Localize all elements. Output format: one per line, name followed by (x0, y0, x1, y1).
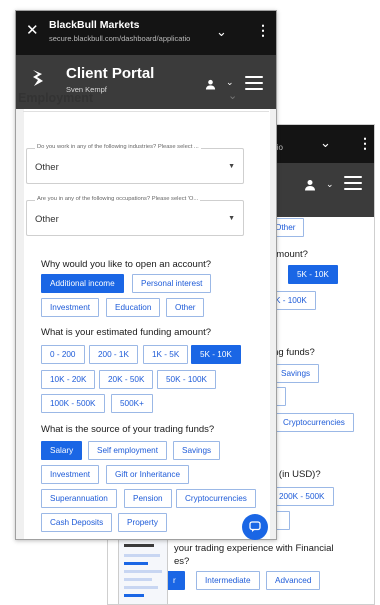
option-50k-100k[interactable]: 50K - 100K (157, 370, 216, 389)
browser-top-bar: ✕ BlackBull Markets secure.blackbull.com… (16, 11, 276, 55)
back-option-intermediate[interactable]: Intermediate (196, 571, 260, 590)
option-superannuation[interactable]: Superannuation (41, 489, 117, 508)
question-reason: Why would you like to open an account? (41, 259, 212, 270)
occupation-value: Other (35, 214, 59, 225)
back-question-funds: ing funds? (271, 347, 315, 358)
back-question-exp-line2: es? (174, 556, 190, 567)
option-other[interactable]: Other (166, 298, 205, 317)
option-personal-interest[interactable]: Personal interest (132, 274, 212, 293)
chat-icon (249, 521, 261, 532)
back-option-savings[interactable]: Savings (272, 364, 320, 383)
browser-url: secure.blackbull.com/dashboard/applicati… (49, 34, 191, 43)
question-funding: What is your estimated funding amount? (41, 327, 212, 338)
dropdown-arrow-icon: ▼ (228, 215, 235, 222)
industry-select[interactable]: Do you work in any of the following indu… (26, 144, 244, 184)
option-self-employment[interactable]: Self employment (88, 441, 167, 460)
close-icon[interactable]: ✕ (26, 21, 39, 39)
brand-logo-icon[interactable] (31, 69, 45, 87)
occupation-label: Are you in any of the following occupati… (35, 196, 201, 202)
option-0-200[interactable]: 0 - 200 (41, 345, 85, 364)
option-10k-20k[interactable]: 10K - 20K (41, 370, 96, 389)
industry-value: Other (35, 162, 59, 173)
thumbnail-preview (118, 535, 168, 604)
back-question-usd: h (in USD)? (271, 469, 321, 480)
option-investment-source[interactable]: Investment (41, 465, 100, 484)
option-cash-deposits[interactable]: Cash Deposits (41, 513, 113, 532)
option-education[interactable]: Education (106, 298, 161, 317)
option-pension[interactable]: Pension (124, 489, 172, 508)
back-option-advanced[interactable]: Advanced (266, 571, 321, 590)
back-option-crypto[interactable]: Cryptocurrencies (274, 413, 354, 432)
option-additional-income[interactable]: Additional income (41, 274, 124, 293)
chevron-down-icon[interactable]: ⌄ (228, 89, 237, 102)
chat-button[interactable] (242, 514, 268, 540)
back-option-5k-10k[interactable]: 5K - 10K (288, 265, 338, 284)
section-title-employment[interactable]: Employment (18, 91, 93, 105)
option-cryptocurrencies[interactable]: Cryptocurrencies (176, 489, 256, 508)
browser-title: BlackBull Markets (49, 19, 140, 31)
option-investment[interactable]: Investment (41, 298, 100, 317)
menu-icon[interactable] (344, 175, 362, 191)
chevron-down-icon[interactable]: ⌄ (326, 179, 334, 190)
option-salary[interactable]: Salary (41, 441, 83, 460)
option-5k-10k[interactable]: 5K - 10K (191, 345, 241, 364)
back-option-200k-500k[interactable]: 200K - 500K (270, 487, 334, 506)
option-1k-5k[interactable]: 1K - 5K (143, 345, 189, 364)
option-savings[interactable]: Savings (173, 441, 221, 460)
option-100k-500k[interactable]: 100K - 500K (41, 394, 105, 413)
user-icon[interactable] (304, 178, 316, 191)
option-property[interactable]: Property (118, 513, 167, 532)
option-gift-or-inheritance[interactable]: Gift or Inheritance (106, 465, 190, 484)
industry-label: Do you work in any of the following indu… (35, 144, 201, 150)
divider (23, 111, 269, 112)
option-500k-plus[interactable]: 500K+ (111, 394, 153, 413)
chevron-down-icon[interactable]: ⌄ (226, 77, 234, 88)
back-question-exp-line1: your trading experience with Financial (174, 543, 334, 554)
occupation-select[interactable]: Are you in any of the following occupati… (26, 196, 244, 236)
dropdown-arrow-icon: ▼ (228, 163, 235, 170)
question-source: What is the source of your trading funds… (41, 424, 215, 435)
page-title: Client Portal (66, 65, 155, 82)
option-20k-50k[interactable]: 20K - 50K (99, 370, 154, 389)
more-vert-icon[interactable]: ⋮ (256, 22, 270, 39)
menu-icon[interactable] (245, 75, 263, 91)
chevron-down-icon[interactable]: ⌄ (216, 24, 227, 40)
more-vert-icon[interactable]: ⋮ (358, 135, 372, 152)
user-icon[interactable] (205, 77, 216, 90)
option-200-1k[interactable]: 200 - 1K (89, 345, 138, 364)
chevron-down-icon[interactable]: ⌄ (320, 135, 331, 151)
